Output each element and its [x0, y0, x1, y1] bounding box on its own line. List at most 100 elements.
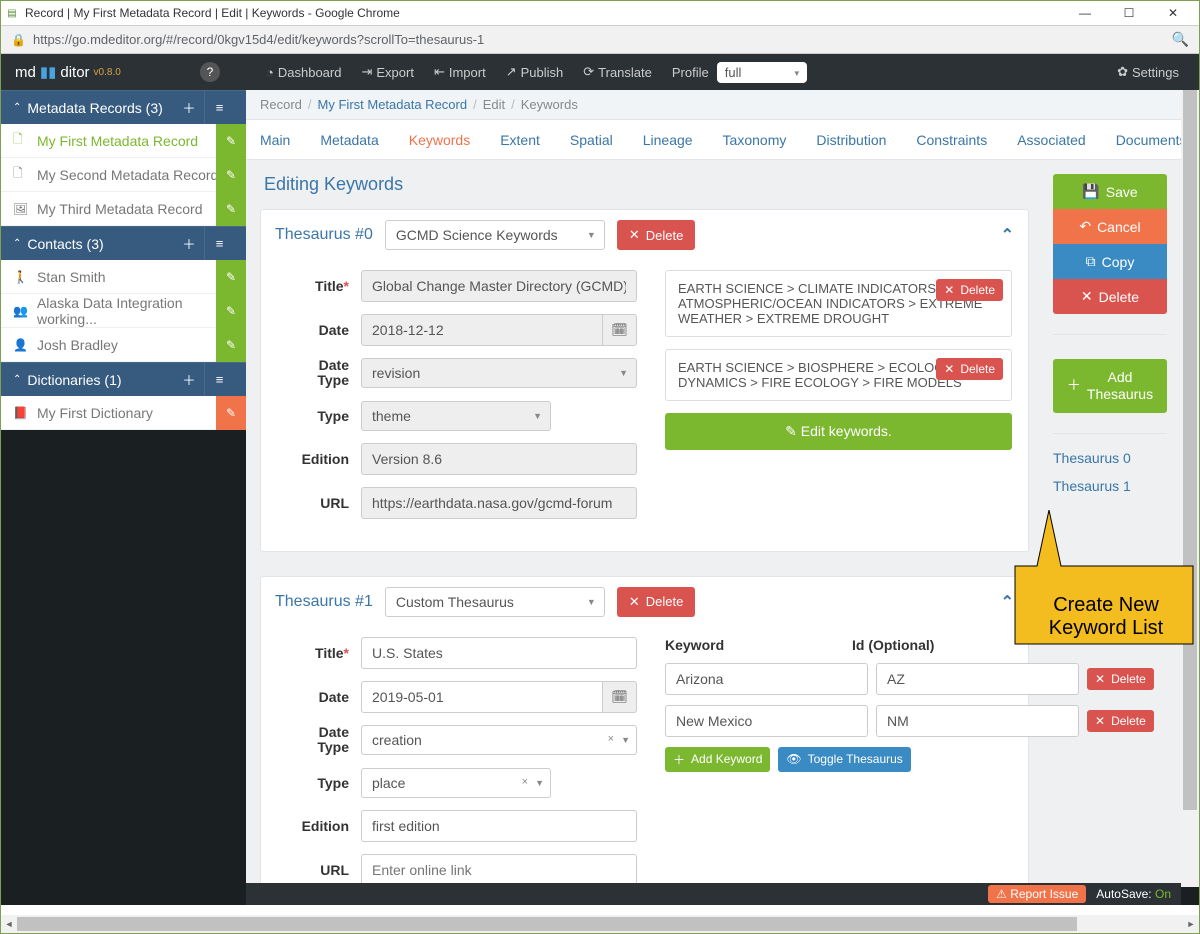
- sidebar-item-contact-3[interactable]: 👤 Josh Bradley ✎: [1, 328, 246, 362]
- vertical-scrollbar[interactable]: [1181, 90, 1199, 887]
- person-icon: 🚶: [13, 270, 29, 284]
- tab-documents[interactable]: Documents: [1116, 132, 1181, 148]
- link-thesaurus-0[interactable]: Thesaurus 0: [1053, 444, 1167, 472]
- translate-icon: ⟳: [583, 64, 594, 80]
- add-dictionary-button[interactable]: ＋: [174, 363, 204, 397]
- callout-text: Create New Keyword List: [1023, 594, 1189, 640]
- profile-label: Profile: [672, 65, 709, 80]
- thesaurus-0-select[interactable]: GCMD Science Keywords: [385, 220, 605, 250]
- sidebar-item-record-1[interactable]: 🗋 My First Metadata Record ✎: [1, 124, 246, 158]
- tab-keywords[interactable]: Keywords: [409, 132, 470, 148]
- edit-record-button[interactable]: ✎: [216, 124, 246, 158]
- calendar-icon[interactable]: 🗓: [603, 681, 637, 713]
- sidebar-item-dictionary-1[interactable]: 📕 My First Dictionary ✎: [1, 396, 246, 430]
- sidebar-item-contact-2[interactable]: 👥 Alaska Data Integration working... ✎: [1, 294, 246, 328]
- crumb-edit: Edit: [483, 97, 505, 112]
- url-text[interactable]: https://go.mdeditor.org/#/record/0kgv15d…: [33, 32, 1172, 47]
- cancel-button[interactable]: ↶Cancel: [1053, 209, 1167, 244]
- add-thesaurus-button[interactable]: ＋AddThesaurus: [1053, 359, 1167, 413]
- times-icon: ✕: [944, 283, 954, 297]
- list-contacts-button[interactable]: ≡: [204, 227, 234, 261]
- thesaurus-1-edition-input[interactable]: [361, 810, 637, 842]
- toggle-thesaurus-button[interactable]: 👁Toggle Thesaurus: [778, 747, 910, 772]
- chevron-up-icon[interactable]: ⌃: [1001, 225, 1014, 245]
- tab-spatial[interactable]: Spatial: [570, 132, 613, 148]
- profile-select[interactable]: full: [717, 62, 807, 83]
- times-icon: ✕: [1081, 288, 1093, 305]
- tab-taxonomy[interactable]: Taxonomy: [723, 132, 787, 148]
- thesaurus-1-select[interactable]: Custom Thesaurus: [385, 587, 605, 617]
- copy-button[interactable]: ⧉Copy: [1053, 244, 1167, 279]
- sidebar-section-contacts[interactable]: ⌃ Contacts (3) ＋ ≡: [1, 226, 246, 260]
- edit-record-button[interactable]: ✎: [216, 158, 246, 192]
- label-date-type: DateType: [277, 358, 349, 389]
- scroll-left-arrow[interactable]: ◄: [1, 915, 17, 933]
- menu-publish[interactable]: ↗Publish: [496, 64, 574, 80]
- tab-lineage[interactable]: Lineage: [643, 132, 693, 148]
- keyword-id-input[interactable]: [876, 705, 1079, 737]
- keyword-0-delete-button[interactable]: ✕Delete: [936, 279, 1003, 301]
- tab-extent[interactable]: Extent: [500, 132, 540, 148]
- chevron-down-icon: ⌃: [13, 374, 21, 385]
- save-button[interactable]: 💾Save: [1053, 174, 1167, 209]
- tab-distribution[interactable]: Distribution: [816, 132, 886, 148]
- thesaurus-0-delete-button[interactable]: ✕Delete: [617, 220, 695, 250]
- sidebar-section-records[interactable]: ⌃ Metadata Records (3) ＋ ≡: [1, 90, 246, 124]
- thesaurus-1-type-select[interactable]: place×▼: [361, 768, 551, 798]
- zoom-icon[interactable]: 🔍: [1172, 31, 1189, 48]
- window-close-button[interactable]: ✕: [1151, 1, 1195, 26]
- thesaurus-1-date-input[interactable]: [361, 681, 603, 713]
- edit-record-button[interactable]: ✎: [216, 192, 246, 226]
- sidebar-item-label: My Third Metadata Record: [37, 201, 202, 217]
- menu-settings[interactable]: ✿Settings: [1107, 64, 1189, 80]
- help-button[interactable]: ?: [200, 62, 220, 82]
- crumb-record-name[interactable]: My First Metadata Record: [318, 97, 468, 112]
- page-title: Editing Keywords: [264, 174, 1029, 195]
- edit-contact-button[interactable]: ✎: [216, 294, 246, 328]
- autosave-status: AutoSave: On: [1096, 887, 1171, 901]
- menu-translate[interactable]: ⟳Translate: [573, 64, 662, 80]
- window-minimize-button[interactable]: —: [1063, 1, 1107, 26]
- times-icon: ✕: [629, 227, 640, 243]
- sidebar-item-contact-1[interactable]: 🚶 Stan Smith ✎: [1, 260, 246, 294]
- tab-constraints[interactable]: Constraints: [916, 132, 987, 148]
- keyword-id-input[interactable]: [876, 663, 1079, 695]
- edit-keywords-button[interactable]: ✎ Edit keywords.: [665, 413, 1012, 450]
- tab-main[interactable]: Main: [260, 132, 290, 148]
- add-record-button[interactable]: ＋: [174, 91, 204, 125]
- list-dictionaries-button[interactable]: ≡: [204, 363, 234, 397]
- tab-associated[interactable]: Associated: [1017, 132, 1085, 148]
- calendar-icon[interactable]: 🗓: [603, 314, 637, 346]
- menu-dashboard[interactable]: ◔Dashboard: [256, 65, 351, 80]
- edit-dictionary-button[interactable]: ✎: [216, 396, 246, 430]
- menu-export[interactable]: ⇥Export: [351, 64, 423, 80]
- sidebar-section-records-title: Metadata Records (3): [27, 100, 162, 116]
- report-issue-button[interactable]: ⚠ Report Issue: [988, 885, 1086, 903]
- tab-metadata[interactable]: Metadata: [320, 132, 378, 148]
- horizontal-scrollbar[interactable]: ◄ ►: [1, 915, 1199, 933]
- keyword-item-1: EARTH SCIENCE > BIOSPHERE > ECOLOGICAL D…: [665, 349, 1012, 401]
- thesaurus-1-datetype-select[interactable]: creation×▼: [361, 725, 637, 755]
- thesaurus-1-url-input[interactable]: [361, 854, 637, 886]
- delete-button[interactable]: ✕Delete: [1053, 279, 1167, 314]
- edit-contact-button[interactable]: ✎: [216, 328, 246, 362]
- thesaurus-1-title-input[interactable]: [361, 637, 637, 669]
- add-keyword-button[interactable]: ＋Add Keyword: [665, 747, 770, 772]
- keyword-1-delete-button[interactable]: ✕Delete: [936, 358, 1003, 380]
- sidebar-item-record-2[interactable]: 🗋 My Second Metadata Record ✎: [1, 158, 246, 192]
- sidebar-item-record-3[interactable]: 🖼 My Third Metadata Record ✎: [1, 192, 246, 226]
- edit-contact-button[interactable]: ✎: [216, 260, 246, 294]
- label-url: URL: [277, 862, 349, 878]
- menu-import[interactable]: ⇤Import: [424, 64, 496, 80]
- link-thesaurus-1[interactable]: Thesaurus 1: [1053, 472, 1167, 500]
- thesaurus-1-delete-button[interactable]: ✕Delete: [617, 587, 695, 617]
- scroll-right-arrow[interactable]: ►: [1183, 915, 1199, 933]
- gear-icon: ✿: [1117, 64, 1128, 80]
- add-contact-button[interactable]: ＋: [174, 227, 204, 261]
- keyword-input[interactable]: [665, 663, 868, 695]
- window-maximize-button[interactable]: ☐: [1107, 1, 1151, 26]
- sidebar-section-dictionaries[interactable]: ⌃ Dictionaries (1) ＋ ≡: [1, 362, 246, 396]
- col-keyword: Keyword: [665, 637, 852, 653]
- list-records-button[interactable]: ≡: [204, 91, 234, 125]
- keyword-input[interactable]: [665, 705, 868, 737]
